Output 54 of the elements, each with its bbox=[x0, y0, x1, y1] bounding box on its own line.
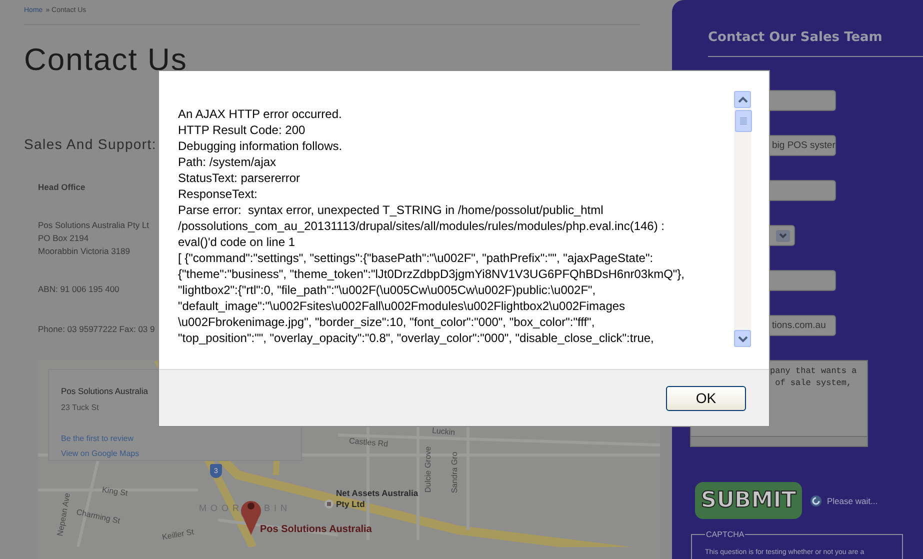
place-name: Pos Solutions Australia bbox=[61, 386, 149, 396]
message-line: eval()'d code on line 1 bbox=[178, 234, 296, 250]
message-line: [ {"command":"settings", "settings":{"basePath":"\u002F", "pathPrefix":"", "ajaxPageState": bbox=[178, 250, 654, 266]
address-line: PO Box 2194 bbox=[38, 233, 89, 243]
page-title: Contact Us bbox=[24, 42, 188, 78]
message-line: /possolutions_com_au_20131113/drupal/sites/all/modules/rules/modules/php.eval.inc(146) : bbox=[178, 218, 666, 234]
message-line: \u002Fbrokenimage.jpg", "border_size":10, "font_color":"000", "box_color":"fff", bbox=[178, 314, 596, 330]
message-line: ResponseText: bbox=[178, 186, 258, 202]
abn-text: ABN: 91 006 195 400 bbox=[38, 284, 120, 294]
business-label: Net Assets Australia Pty Ltd bbox=[336, 488, 420, 510]
phone-text: Phone: 03 95977222 Fax: 03 9 bbox=[38, 324, 155, 334]
address-line: Moorabbin Victoria 3189 bbox=[38, 246, 130, 256]
message-line: Parse error: syntax error, unexpected T_STRING in /home/possolut/public_html bbox=[178, 202, 604, 218]
message-line: "default_image":"\u002Fsites\u002Fall\u002Fmodules\u002Flightbox2\u002Fimages bbox=[178, 298, 626, 314]
scroll-down-button[interactable] bbox=[734, 330, 751, 347]
caret-icon bbox=[776, 230, 790, 242]
spinner-icon bbox=[810, 494, 822, 506]
scrollbar-thumb[interactable] bbox=[735, 110, 752, 132]
place-label: Pos Solutions Australia bbox=[260, 524, 372, 535]
area-label: MOOR bbox=[199, 503, 243, 513]
message-line: {"theme":"business", "theme_token":"lJt0DrzZdbpD3jgmYi8NV1V3UG6PFQhBDsH6nr03kmQ"}, bbox=[178, 266, 686, 282]
wait-text: Please wait... bbox=[827, 496, 878, 506]
office-heading: Head Office bbox=[38, 182, 86, 192]
chevron-down-icon bbox=[738, 334, 748, 342]
resize-handle[interactable] bbox=[690, 437, 868, 447]
street-label: Sandra Gro bbox=[450, 452, 460, 494]
message-line: Path: /system/ajax bbox=[178, 154, 278, 170]
submit-button[interactable]: SUBMIT bbox=[695, 482, 802, 519]
street-label: Keiller St bbox=[161, 527, 195, 542]
address-line: Pos Solutions Australia Pty Lt bbox=[38, 220, 150, 230]
sidebar-title: Contact Our Sales Team bbox=[708, 30, 884, 45]
scroll-up-button[interactable] bbox=[734, 91, 751, 108]
poi-marker-icon bbox=[324, 499, 334, 509]
street-label: King St bbox=[102, 485, 128, 498]
message-line: Debugging information follows. bbox=[178, 138, 344, 154]
street-label: Charming St bbox=[76, 507, 121, 526]
street-label: Castles Rd bbox=[348, 436, 388, 449]
street-label: Nepean Ave bbox=[56, 492, 72, 537]
map-link[interactable]: View on Google Maps bbox=[61, 449, 289, 458]
place-address: 23 Tuck St bbox=[61, 403, 100, 412]
captcha-legend: CAPTCHA bbox=[705, 530, 746, 539]
message-line: StatusText: parsererror bbox=[178, 170, 302, 186]
grip-icon bbox=[740, 117, 747, 125]
scrollbar-track[interactable] bbox=[734, 91, 751, 347]
chevron-up-icon bbox=[738, 96, 748, 104]
ok-button[interactable]: OK bbox=[666, 386, 746, 410]
street-label: Dulcie Grove bbox=[424, 446, 433, 493]
message-line: "lightbox2":{"rtl":0, "file_path":"\u002F(\u005Cw\u005Cw\u002F)public:\u002F", bbox=[178, 282, 597, 298]
map-link[interactable]: Be the first to review bbox=[61, 434, 289, 443]
message-line: HTTP Result Code: 200 bbox=[178, 122, 306, 138]
section-title: Sales And Support: bbox=[24, 136, 156, 152]
message-line: "top_position":"", "overlay_opacity":"0.8", "overlay_color":"000", "disable_close_click":true, bbox=[178, 330, 655, 346]
street-label: Luckin bbox=[432, 426, 456, 437]
message-line: An AJAX HTTP error occurred. bbox=[178, 106, 343, 122]
